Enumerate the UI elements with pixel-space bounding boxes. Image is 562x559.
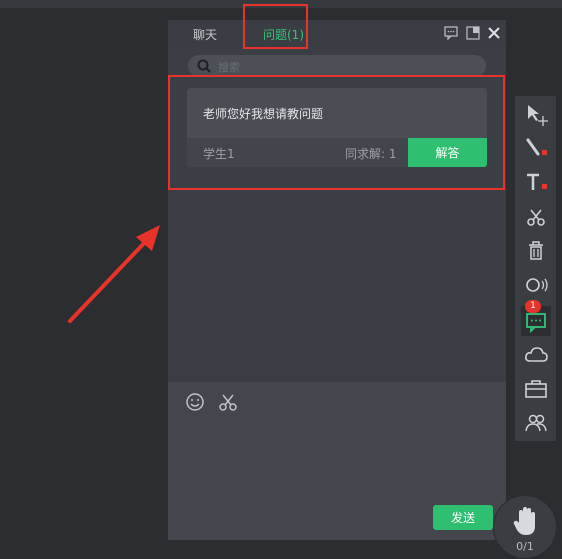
tab-chat[interactable]: 聊天 xyxy=(193,26,217,43)
shape-circle-icon[interactable] xyxy=(523,272,549,298)
popout-icon[interactable] xyxy=(465,25,481,41)
cloud-icon[interactable] xyxy=(523,342,549,368)
send-button[interactable]: 发送 xyxy=(433,505,493,530)
search-input[interactable]: 搜索 xyxy=(188,55,486,77)
tab-bar: 聊天 问题(1) xyxy=(168,20,506,48)
search-placeholder: 搜索 xyxy=(218,61,240,74)
chat-tool-button[interactable]: 1 xyxy=(521,300,551,336)
scissors-icon[interactable] xyxy=(523,204,549,230)
chat-badge: 1 xyxy=(525,300,541,313)
pen-icon[interactable] xyxy=(523,136,549,162)
toolbox-icon[interactable] xyxy=(523,376,549,402)
drawing-toolbar: 1 xyxy=(514,95,557,442)
text-tool-icon[interactable] xyxy=(523,170,549,196)
highlight-box-question-card xyxy=(168,75,505,190)
comment-icon[interactable] xyxy=(443,25,459,41)
raise-hand-button[interactable]: 0/1 xyxy=(493,495,557,559)
users-icon[interactable] xyxy=(523,410,549,436)
highlight-box-questions-tab xyxy=(243,4,308,49)
select-move-icon[interactable] xyxy=(523,102,549,128)
message-composer[interactable]: 发送 xyxy=(168,382,506,540)
emoji-icon[interactable] xyxy=(185,392,205,412)
hand-icon xyxy=(513,507,535,535)
trash-icon[interactable] xyxy=(523,238,549,264)
search-icon xyxy=(197,59,211,73)
message-area xyxy=(168,177,506,382)
screenshot-scissors-icon[interactable] xyxy=(218,392,238,412)
annotation-arrow xyxy=(68,225,160,323)
hand-count: 0/1 xyxy=(516,540,534,553)
close-icon[interactable] xyxy=(486,25,502,41)
